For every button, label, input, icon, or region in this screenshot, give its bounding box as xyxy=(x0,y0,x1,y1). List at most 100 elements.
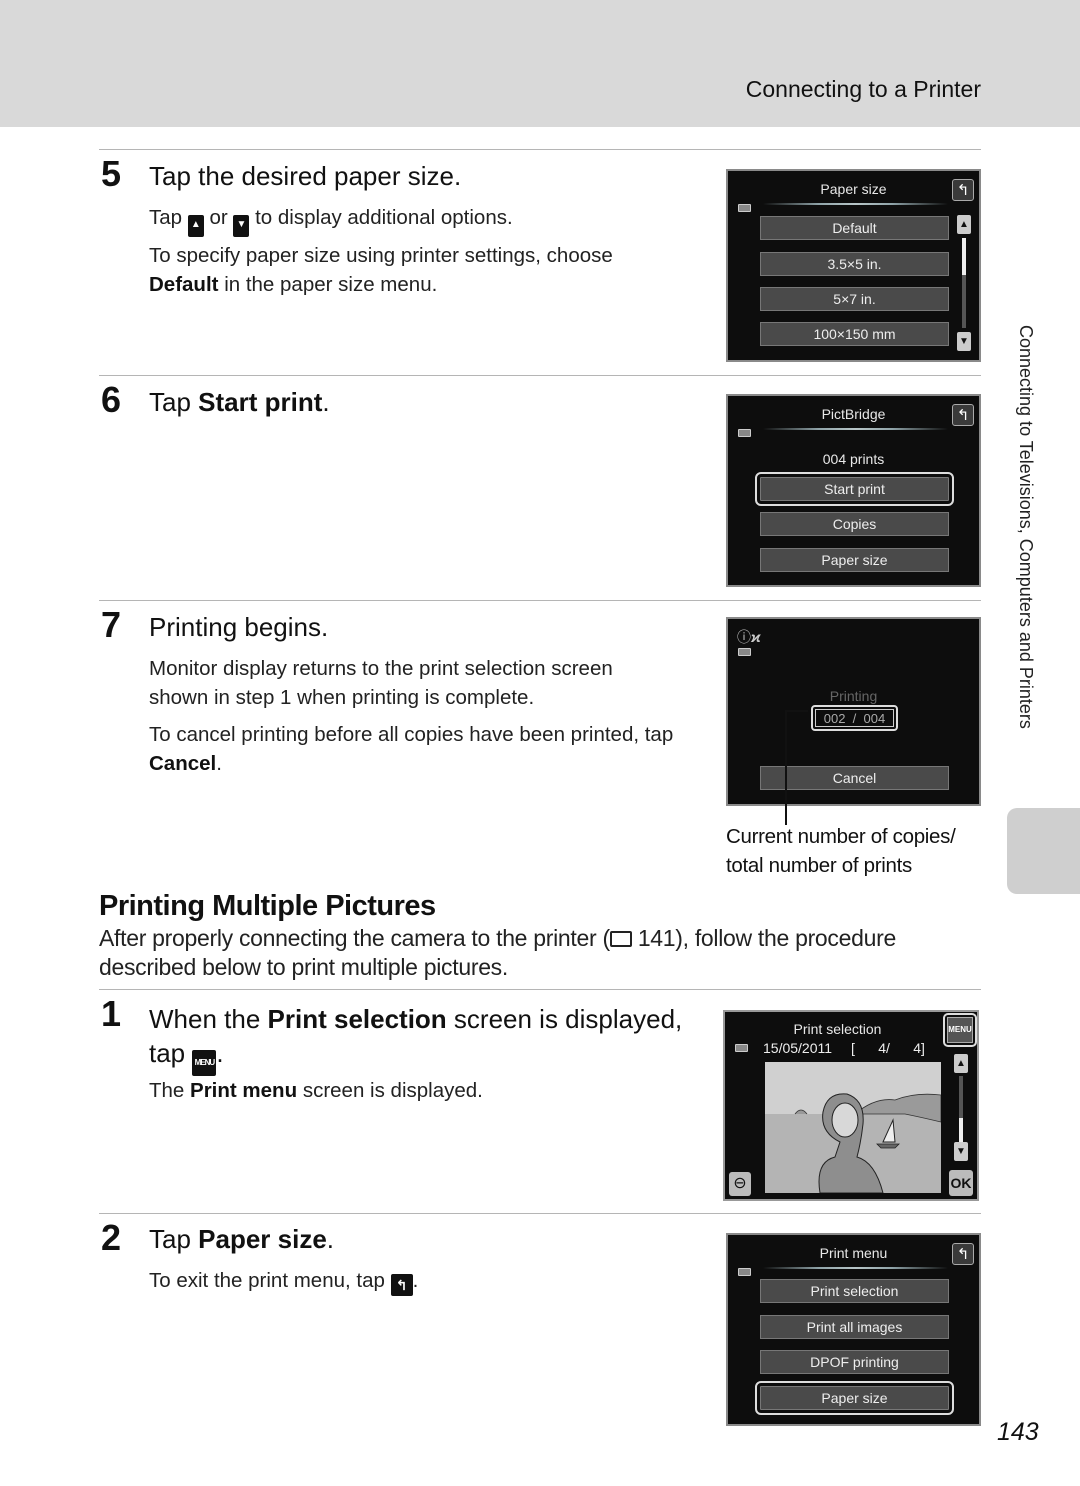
start-print-button[interactable]: Start print xyxy=(755,472,954,506)
text: . xyxy=(322,387,330,417)
text: To cancel printing before all copies hav… xyxy=(149,723,674,746)
divider xyxy=(99,1213,981,1214)
divider xyxy=(99,149,981,150)
step-number: 6 xyxy=(101,379,122,420)
book-reference-icon xyxy=(609,931,632,947)
callout-line xyxy=(785,710,787,825)
step-heading: Tap Paper size. xyxy=(149,1225,334,1254)
step-body: The Print menu screen is displayed. xyxy=(149,1077,483,1106)
ok-button[interactable]: OK xyxy=(949,1170,973,1196)
cancel-button[interactable]: Cancel xyxy=(760,766,949,790)
scroll-thumb[interactable] xyxy=(962,238,966,275)
menu-button[interactable]: MENU xyxy=(943,1013,977,1047)
option-3.5x5[interactable]: 3.5×5 in. xyxy=(760,252,949,276)
section-title: Connecting to a Printer xyxy=(745,76,981,102)
text: Tap xyxy=(149,206,183,229)
printer-status-icon: ⓘϰ xyxy=(737,629,761,645)
text: To specify paper size using printer sett… xyxy=(149,244,613,267)
step-number: 5 xyxy=(101,153,122,194)
battery-icon xyxy=(738,1268,751,1276)
section-heading: Printing Multiple Pictures xyxy=(99,890,436,922)
menu-icon: MENU xyxy=(947,1017,973,1043)
text: . xyxy=(326,1224,335,1254)
battery-icon xyxy=(738,648,751,656)
paper-size-screen: Paper size ↰ Default 3.5×5 in. 5×7 in. 1… xyxy=(726,169,981,362)
chapter-tab xyxy=(1007,808,1080,894)
pictbridge-screen: PictBridge ↰ 004 prints Start print Copi… xyxy=(726,394,981,587)
text-bold: Print menu xyxy=(190,1079,298,1102)
text: Tap xyxy=(149,387,191,417)
page-number: 143 xyxy=(997,1418,1039,1446)
text: After properly connecting the camera to … xyxy=(99,925,610,951)
menu-icon: MENU xyxy=(192,1050,217,1076)
back-icon[interactable]: ↰ xyxy=(952,179,974,201)
step-heading: Tap Start print. xyxy=(149,388,330,417)
option-5x7[interactable]: 5×7 in. xyxy=(760,287,949,311)
step-heading: Printing begins. xyxy=(149,612,329,642)
text: tap xyxy=(149,1038,186,1068)
step-number: 1 xyxy=(101,993,122,1034)
back-icon[interactable]: ↰ xyxy=(952,1243,974,1265)
text: When the xyxy=(149,1004,261,1034)
back-icon[interactable]: ↰ xyxy=(952,404,974,426)
step-number: 7 xyxy=(101,604,122,645)
option-100x150[interactable]: 100×150 mm xyxy=(760,322,949,346)
image-date: 15/05/2011 xyxy=(763,1040,833,1056)
print-selection-button[interactable]: Print selection xyxy=(760,1279,949,1303)
text-bold: Cancel xyxy=(149,751,217,775)
print-selection-screen: Print selection 15/05/2011 [ 4/ 4] MENU … xyxy=(723,1010,979,1201)
photo-illustration xyxy=(765,1062,941,1193)
step-body: To exit the print menu, tap ↰. xyxy=(149,1267,418,1296)
battery-icon xyxy=(735,1044,748,1052)
printing-status: Printing xyxy=(829,688,878,704)
photo-thumbnail xyxy=(765,1062,941,1193)
divider xyxy=(99,600,981,601)
text: screen is displayed. xyxy=(302,1079,483,1102)
scroll-up-icon: ▲ xyxy=(187,215,204,237)
scroll-down-icon[interactable]: ▼ xyxy=(957,332,971,351)
option-default[interactable]: Default xyxy=(760,216,949,240)
title-underline xyxy=(763,1267,948,1269)
divider xyxy=(99,375,981,376)
scroll-thumb[interactable] xyxy=(959,1118,963,1142)
text: to display additional options. xyxy=(255,206,513,229)
callout-label: Current number of copies/ total number o… xyxy=(726,825,956,877)
text: . xyxy=(216,751,222,775)
print-all-images-button[interactable]: Print all images xyxy=(760,1315,949,1339)
zoom-out-icon[interactable]: ⊖ xyxy=(729,1172,751,1196)
screen-title: PictBridge xyxy=(821,406,886,422)
text: in the paper size menu. xyxy=(224,272,438,296)
text-bold: Start print xyxy=(198,387,323,417)
paper-size-button[interactable]: Paper size xyxy=(760,548,949,572)
text-bold: Print selection xyxy=(267,1004,447,1034)
text: screen is displayed, xyxy=(453,1004,683,1034)
scroll-up-icon[interactable]: ▲ xyxy=(957,215,971,234)
printing-screen: ⓘϰ Printing 002 / 004 Cancel xyxy=(726,617,981,806)
step-body: Tap ▲ or ▼ to display additional options… xyxy=(149,204,513,237)
text: or xyxy=(209,206,228,229)
text: Tap xyxy=(149,1224,191,1254)
scroll-down-icon: ▼ xyxy=(233,215,250,237)
back-icon: ↰ xyxy=(390,1274,413,1296)
text: The xyxy=(149,1079,185,1102)
paper-size-button[interactable]: Paper size xyxy=(755,1381,954,1415)
copies-button[interactable]: Copies xyxy=(760,512,949,536)
header-band xyxy=(0,0,1080,127)
scroll-down-icon[interactable]: ▼ xyxy=(954,1142,968,1161)
divider xyxy=(99,989,981,990)
progress-counter: 002 / 004 xyxy=(815,709,894,727)
text-bold: Paper size xyxy=(198,1224,327,1254)
battery-icon xyxy=(738,429,751,437)
scroll-up-icon[interactable]: ▲ xyxy=(954,1054,968,1073)
screen-title: Paper size xyxy=(820,181,887,197)
print-menu-screen: Print menu ↰ Print selection Print all i… xyxy=(726,1233,981,1426)
step-heading: Tap the desired paper size. xyxy=(149,161,462,191)
callout-line xyxy=(785,710,808,712)
dpof-printing-button[interactable]: DPOF printing xyxy=(760,1350,949,1374)
title-underline xyxy=(763,203,948,205)
step-heading: When the Print selection screen is displ… xyxy=(149,1002,709,1076)
print-count: 004 prints xyxy=(822,451,885,467)
progress-highlight: 002 / 004 xyxy=(811,705,898,731)
text-bold: Default xyxy=(149,272,219,296)
title-underline xyxy=(763,428,948,430)
